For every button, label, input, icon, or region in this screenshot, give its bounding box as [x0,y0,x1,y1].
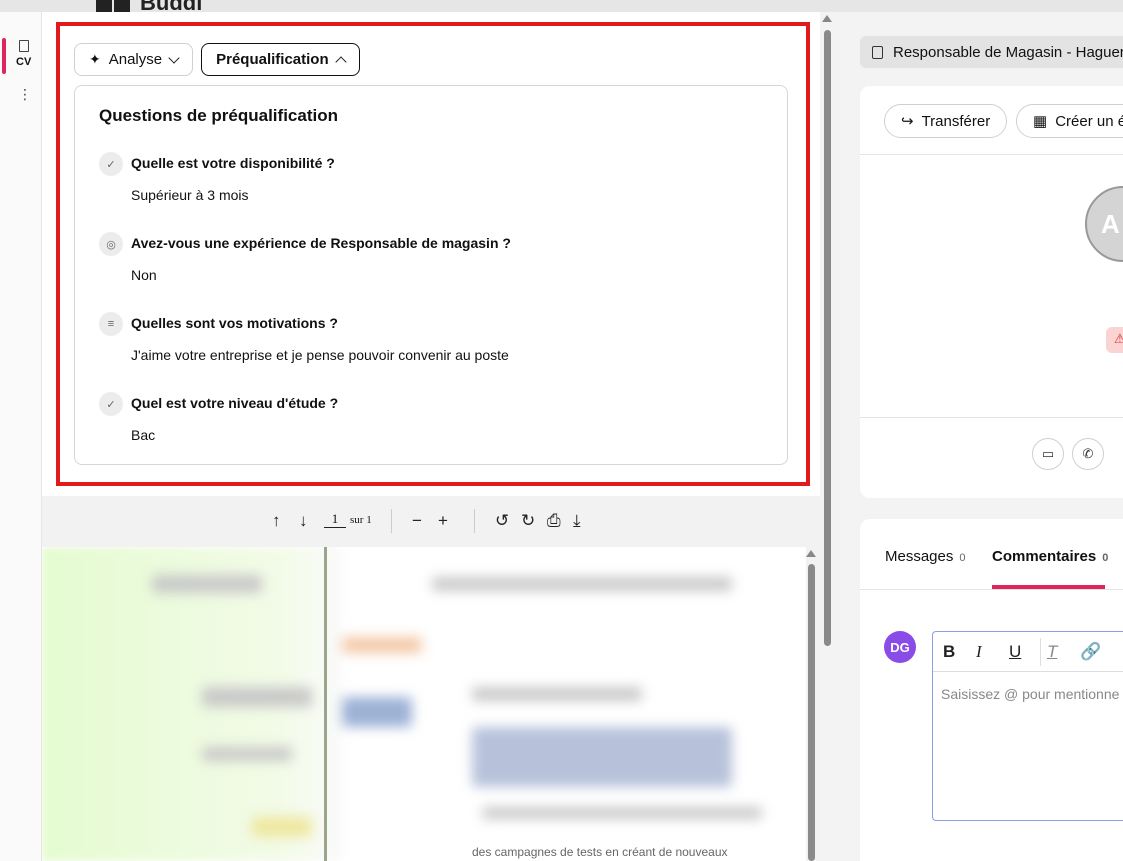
phone-icon[interactable]: ✆ [1072,438,1104,470]
tab-comments-count: 0 [1102,552,1109,564]
scroll-up-arrow-icon[interactable] [822,15,832,22]
page-count: sur 1 [350,514,372,526]
question-text: Quelles sont vos motivations ? [131,315,338,331]
preview-text-line: des campagnes de tests en créant de nouv… [472,845,728,859]
radio-check-icon: ◎ [99,232,123,256]
underline-icon[interactable]: U [1009,642,1042,662]
blurred-text [152,575,262,593]
divider [860,154,1123,155]
prequalification-title: Questions de préqualification [99,106,338,125]
blurred-text [202,687,312,707]
preview-divider [324,547,327,861]
download-icon[interactable]: ⤓ [573,511,581,531]
answer-text: Non [131,267,157,283]
rotate-right-icon[interactable]: ↻ [521,511,535,531]
pdf-toolbar: ↑ ↓ 1 sur 1 − + ↺ ↻ ⎙ ⤓ [42,497,820,545]
warning-icon: ⚠ [1106,327,1123,353]
sparkle-icon: ✦ [89,51,101,67]
tab-analyse[interactable]: ✦ Analyse [74,43,194,76]
zoom-out-icon[interactable]: − [412,511,422,531]
clipboard-icon [872,45,883,59]
print-icon[interactable]: ⎙ [547,511,561,531]
answer-text: Supérieur à 3 mois [131,187,249,203]
share-arrow-icon: ↪ [901,113,914,130]
tab-messages-count: 0 [959,552,966,564]
arrow-down-icon[interactable]: ↓ [299,511,308,531]
preview-scrollbar[interactable] [808,564,815,861]
create-event-button[interactable]: ▦ Créer un é [1016,104,1123,138]
divider [860,417,1123,418]
blurred-text [342,637,422,653]
tab-messages[interactable]: Messages 0 [885,548,966,565]
check-icon: ✓ [99,392,123,416]
left-rail: CV ⋮ [0,12,42,861]
user-avatar: DG [884,631,916,663]
blurred-text [342,697,412,727]
blurred-text [432,577,732,591]
blurred-text [252,817,312,837]
create-label: Créer un é [1055,112,1123,130]
rotate-left-icon[interactable]: ↺ [495,511,509,531]
tab-analyse-label: Analyse [108,51,163,68]
rail-item-cv-label: CV [16,56,32,68]
calendar-icon: ▦ [1033,113,1048,130]
transfer-button[interactable]: ↪ Transférer [884,104,1008,138]
top-bar: Buddi [0,0,1123,15]
blurred-text [472,727,732,787]
tab-prequalification[interactable]: Préqualification [201,43,360,76]
tab-comments-label: Commentaires [992,548,1097,565]
answer-text: Bac [131,427,156,443]
document-preview: des campagnes de tests en créant de nouv… [42,547,806,861]
scroll-up-arrow-icon[interactable] [806,550,816,557]
candidate-profile-card [860,86,1123,498]
comment-editor[interactable]: B I U T 🔗 Saisissez @ pour mentionne [932,631,1123,821]
question-text: Quel est votre niveau d'étude ? [131,395,339,411]
toolbar-divider [391,509,392,533]
chevron-up-icon [334,55,347,68]
page-number-input[interactable]: 1 [324,511,346,528]
clear-format-icon[interactable]: T [1047,642,1080,662]
active-marker [2,38,6,74]
blurred-text [472,687,642,701]
rail-item-cv[interactable]: CV [0,38,42,84]
text-lines-icon: ≡ [99,312,123,336]
zoom-in-icon[interactable]: + [438,511,448,531]
link-icon[interactable]: 🔗 [1080,642,1113,662]
bold-icon[interactable]: B [943,642,976,662]
analysis-tabs: ✦ Analyse Préqualification [74,43,360,76]
arrow-up-icon[interactable]: ↑ [272,511,281,531]
question-text: Avez-vous une expérience de Responsable … [131,235,511,251]
tab-prequalification-label: Préqualification [216,51,329,68]
toolbar-divider [1040,637,1041,666]
question-text: Quelle est votre disponibilité ? [131,155,335,171]
message-icon[interactable]: ▭ [1032,438,1064,470]
more-options-icon[interactable]: ⋮ [18,87,32,101]
comment-input[interactable]: Saisissez @ pour mentionne [933,672,1123,716]
prequalification-card: Questions de préqualification ✓ Quelle e… [74,85,788,465]
check-icon: ✓ [99,152,123,176]
job-title: Responsable de Magasin - Haguer [893,43,1123,61]
blurred-text [482,807,762,819]
transfer-label: Transférer [921,112,991,130]
main-scrollbar[interactable] [824,30,831,646]
blurred-text [202,747,292,761]
answer-text: J'aime votre entreprise et je pense pouv… [131,347,509,363]
chevron-down-icon [168,51,180,64]
toolbar-divider [474,509,475,533]
job-chip[interactable]: Responsable de Magasin - Haguer [860,36,1123,68]
document-icon [19,40,29,52]
italic-icon[interactable]: I [976,642,1009,662]
divider [860,589,1123,590]
tab-comments[interactable]: Commentaires 0 [992,548,1108,565]
editor-toolbar: B I U T 🔗 [933,632,1123,672]
tab-messages-label: Messages [885,548,954,565]
